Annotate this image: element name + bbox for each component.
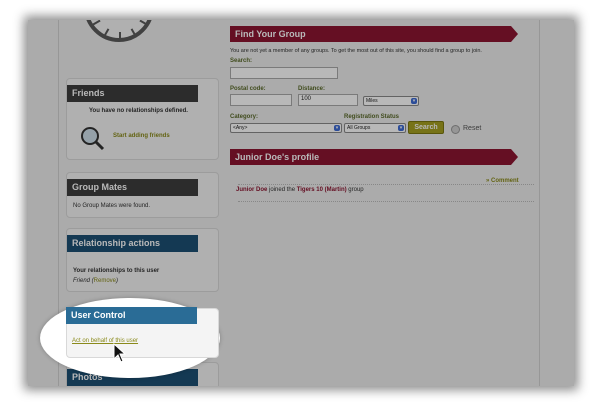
- profile-title: Junior Doe's profile: [230, 149, 518, 165]
- act-on-behalf-link[interactable]: Act on behalf of this user: [72, 338, 138, 344]
- column-guide: [539, 20, 540, 386]
- reset-label[interactable]: Reset: [463, 125, 481, 132]
- group-mates-title: Group Mates: [67, 179, 198, 196]
- distance-input[interactable]: 100: [298, 94, 358, 106]
- friends-title: Friends: [67, 85, 198, 102]
- group-mates-empty-text: No Group Mates were found.: [73, 203, 151, 209]
- remove-friend-link[interactable]: Remove: [94, 278, 116, 284]
- search-label: Search:: [230, 58, 253, 64]
- postal-code-input[interactable]: [230, 94, 292, 106]
- search-button[interactable]: Search: [408, 121, 444, 134]
- activity-user-link[interactable]: Junior Doe: [236, 187, 267, 193]
- registration-status-value: All Groups: [347, 125, 371, 131]
- distance-unit-select[interactable]: Miles ▾: [363, 96, 419, 106]
- divider: [238, 201, 534, 202]
- friend-status: Friend (Remove): [73, 278, 118, 284]
- group-mates-box: Group Mates No Group Mates were found.: [66, 172, 219, 218]
- activity-item: Junior Doe joined the Tigers 10 (Martin)…: [236, 187, 364, 193]
- chevron-down-icon: ▾: [398, 125, 404, 131]
- user-control-title: User Control: [66, 307, 197, 324]
- mouse-pointer-icon: [113, 342, 127, 368]
- friends-empty-text: You have no relationships defined.: [89, 108, 188, 114]
- screenshot-frame: Friends You have no relationships define…: [28, 20, 574, 386]
- divider: [238, 184, 534, 185]
- postal-code-label: Postal code:: [230, 86, 266, 92]
- chevron-down-icon: ▾: [411, 98, 417, 104]
- magnifier-icon: [79, 125, 105, 151]
- distance-label: Distance:: [298, 86, 326, 92]
- category-select[interactable]: <Any> ▾: [230, 123, 342, 133]
- category-label: Category:: [230, 114, 259, 120]
- activity-text: joined the: [267, 187, 297, 193]
- search-input[interactable]: [230, 67, 338, 79]
- distance-unit-value: Miles: [366, 98, 378, 104]
- activity-suffix: group: [346, 187, 364, 193]
- registration-status-label: Registration Status: [344, 114, 400, 120]
- activity-group-link[interactable]: Tigers 10 (Martin): [297, 187, 347, 193]
- friend-suffix: ): [116, 278, 119, 284]
- find-group-title: Find Your Group: [230, 26, 518, 42]
- find-group-notice: You are not yet a member of any groups. …: [230, 48, 482, 54]
- chevron-down-icon: ▾: [334, 125, 340, 131]
- relationships-heading: Your relationships to this user: [73, 268, 160, 274]
- start-adding-friends-link[interactable]: Start adding friends: [113, 133, 170, 139]
- friend-prefix: Friend (: [73, 278, 94, 284]
- registration-status-select[interactable]: All Groups ▾: [344, 123, 406, 133]
- reset-icon[interactable]: [451, 125, 460, 134]
- clock-icon: [84, 20, 154, 42]
- friends-box: Friends You have no relationships define…: [66, 78, 219, 160]
- relationship-actions-box: Relationship actions Your relationships …: [66, 228, 219, 292]
- relationship-actions-title: Relationship actions: [67, 235, 198, 252]
- category-value: <Any>: [233, 125, 248, 131]
